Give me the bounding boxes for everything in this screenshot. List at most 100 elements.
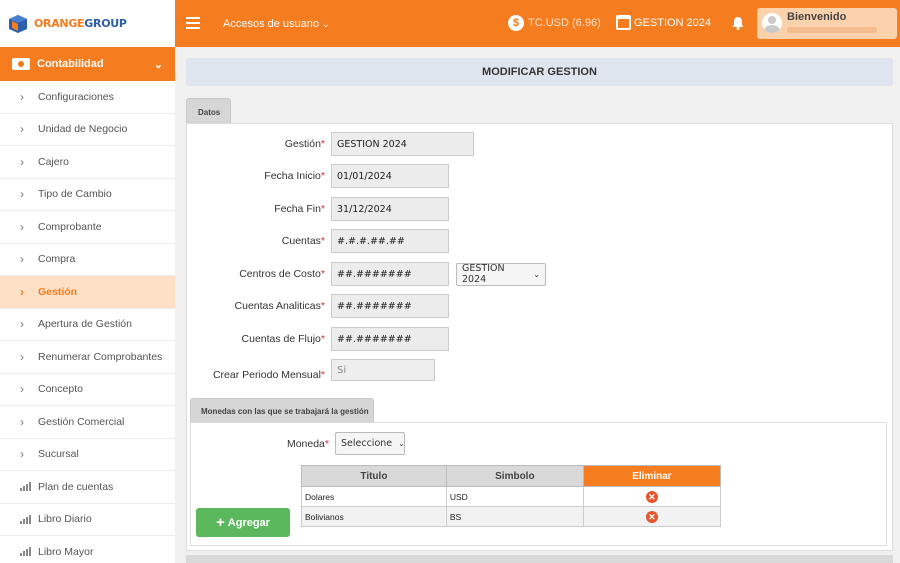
dollar-icon: $: [508, 15, 524, 31]
access-menu[interactable]: Accesos de usuario ⌄: [223, 18, 330, 30]
row-fecha-inicio: Fecha Inicio* 01/01/2024: [187, 164, 449, 188]
cuentas-flujo-label: Cuentas de Flujo*: [241, 333, 325, 345]
cuentas-input[interactable]: #.#.#.##.##: [331, 229, 449, 253]
sidebar-item-label: Apertura de Gestión: [38, 318, 132, 331]
tab-datos[interactable]: Datos: [186, 98, 231, 124]
sidebar-item-label: Renumerar Comprobantes: [38, 350, 163, 363]
welcome-text: Bienvenido: [787, 11, 847, 23]
sidebar-item-gestion-comercial[interactable]: › Gestión Comercial: [0, 406, 175, 439]
sidebar-section-label: Contabilidad: [37, 58, 104, 70]
periodo-mensual-label: Crear Periodo Mensual*: [212, 369, 325, 381]
sidebar-item-concepto[interactable]: › Concepto: [0, 374, 175, 406]
sidebar-item-compra[interactable]: › Compra: [0, 244, 175, 276]
sidebar-section-contabilidad[interactable]: Contabilidad ⌄: [0, 47, 175, 81]
gestion-input[interactable]: GESTION 2024: [331, 132, 474, 156]
chevron-down-icon: ⌄: [153, 58, 163, 71]
sidebar-item-sucursal[interactable]: › Sucursal: [0, 439, 175, 471]
bar-chart-icon: [20, 547, 32, 557]
sidebar-item-label: Tipo de Cambio: [38, 188, 112, 201]
row-periodo-mensual: Crear Periodo Mensual* Si: [187, 359, 435, 381]
cell-titulo: Bolivianos: [301, 506, 447, 527]
form-panel: Gestión* GESTION 2024 Fecha Inicio* 01/0…: [186, 123, 893, 551]
cuentas-flujo-input[interactable]: ##.#######: [331, 327, 449, 351]
sidebar-item-libro-mayor[interactable]: Libro Mayor: [0, 536, 175, 563]
chevron-right-icon: ›: [20, 284, 24, 299]
cell-eliminar: ✕: [582, 506, 722, 527]
chevron-right-icon: ›: [20, 154, 24, 169]
gestion-label: Gestión*: [284, 138, 325, 150]
tab-monedas[interactable]: Monedas con las que se trabajará la gest…: [190, 398, 374, 422]
row-fecha-fin: Fecha Fin* 31/12/2024: [187, 197, 449, 221]
row-cuentas: Cuentas* #.#.#.##.##: [187, 229, 449, 253]
sidebar-item-apertura-gestion[interactable]: › Apertura de Gestión: [0, 309, 175, 341]
sidebar-item-tipo-cambio[interactable]: › Tipo de Cambio: [0, 179, 175, 211]
sidebar-item-comprobante[interactable]: › Comprobante: [0, 211, 175, 244]
avatar: [762, 13, 782, 33]
monedas-panel: Moneda* Seleccione ⌄ Titulo Simbolo Elim…: [190, 422, 887, 546]
cube-logo-icon: [9, 14, 27, 33]
bar-chart-icon: [20, 482, 32, 492]
cuentas-analiticas-label: Cuentas Analiticas*: [234, 300, 325, 312]
monedas-table: Titulo Simbolo Eliminar Dolares USD ✕ Bo…: [301, 465, 722, 527]
sidebar-item-plan-cuentas[interactable]: Plan de cuentas: [0, 471, 175, 504]
exchange-rate: $ TC.USD (6.96): [508, 15, 601, 31]
logo[interactable]: ORANGEGROUP: [0, 0, 175, 47]
sidebar-item-libro-diario[interactable]: Libro Diario: [0, 504, 175, 536]
money-icon: [12, 58, 30, 70]
fecha-inicio-label: Fecha Inicio*: [264, 170, 325, 182]
delete-icon[interactable]: ✕: [645, 490, 658, 503]
bar-chart-icon: [20, 514, 32, 524]
moneda-label: Moneda*: [286, 437, 329, 450]
row-cuentas-analiticas: Cuentas Analiticas* ##.#######: [187, 294, 449, 318]
cell-simbolo: USD: [445, 486, 584, 507]
user-menu[interactable]: Bienvenido: [757, 8, 897, 39]
row-centros-costo: Centros de Costo* ##.####### GESTION 202…: [187, 262, 546, 286]
calendar-icon: [616, 15, 631, 30]
chevron-right-icon: ›: [20, 187, 24, 202]
chevron-right-icon: ›: [20, 122, 24, 137]
add-moneda-button[interactable]: + Agregar: [196, 508, 290, 537]
plus-icon: +: [216, 514, 225, 531]
centros-costo-select[interactable]: GESTION 2024 ⌄: [456, 262, 546, 286]
periodo-mensual-input[interactable]: Si: [331, 359, 435, 381]
sidebar: Contabilidad ⌄ › Configuraciones › Unidad …: [0, 47, 175, 563]
sidebar-item-label: Gestión Comercial: [38, 415, 125, 428]
column-header-simbolo: Simbolo: [445, 465, 584, 487]
menu-toggle-icon[interactable]: [186, 17, 200, 29]
add-button-label: Agregar: [227, 516, 270, 529]
chevron-right-icon: ›: [20, 382, 24, 397]
cell-titulo: Dolares: [301, 486, 447, 507]
centros-costo-select-value: GESTION 2024: [462, 263, 505, 285]
sidebar-item-unidad-negocio[interactable]: › Unidad de Negocio: [0, 114, 175, 146]
delete-icon[interactable]: ✕: [645, 510, 658, 523]
cell-simbolo: BS: [445, 506, 584, 527]
chevron-right-icon: ›: [20, 317, 24, 332]
bell-icon[interactable]: [731, 16, 745, 30]
row-moneda: Moneda* Seleccione ⌄: [191, 432, 405, 455]
cuentas-analiticas-input[interactable]: ##.#######: [331, 294, 449, 318]
sidebar-item-gestion[interactable]: › Gestión: [0, 276, 175, 309]
fecha-fin-input[interactable]: 31/12/2024: [331, 197, 449, 221]
row-gestion: Gestión* GESTION 2024: [187, 132, 474, 156]
chevron-down-icon: ⌄: [398, 439, 405, 448]
column-header-eliminar: Eliminar: [582, 465, 722, 487]
chevron-down-icon: ⌄: [533, 269, 540, 279]
chevron-right-icon: ›: [20, 252, 24, 267]
top-bar: ORANGEGROUP Accesos de usuario ⌄ $ TC.USD…: [0, 0, 900, 47]
moneda-select[interactable]: Seleccione ⌄: [335, 432, 405, 455]
sidebar-item-configuraciones[interactable]: › Configuraciones: [0, 81, 175, 114]
sidebar-item-label: Gestión: [38, 285, 78, 298]
sidebar-item-renumerar[interactable]: › Renumerar Comprobantes: [0, 341, 175, 374]
sidebar-item-cajero[interactable]: › Cajero: [0, 146, 175, 179]
centros-costo-input[interactable]: ##.#######: [331, 262, 449, 286]
sidebar-item-label: Unidad de Negocio: [38, 123, 128, 136]
sidebar-item-label: Plan de cuentas: [38, 480, 114, 493]
sidebar-item-label: Concepto: [38, 383, 83, 396]
chevron-right-icon: ›: [20, 447, 24, 462]
user-name-redacted: [787, 27, 877, 33]
chevron-right-icon: ›: [20, 219, 24, 234]
centros-costo-label: Centros de Costo*: [239, 268, 325, 280]
sidebar-item-label: Libro Mayor: [38, 545, 94, 558]
fecha-inicio-input[interactable]: 01/01/2024: [331, 164, 449, 188]
sidebar-item-label: Configuraciones: [38, 90, 114, 103]
